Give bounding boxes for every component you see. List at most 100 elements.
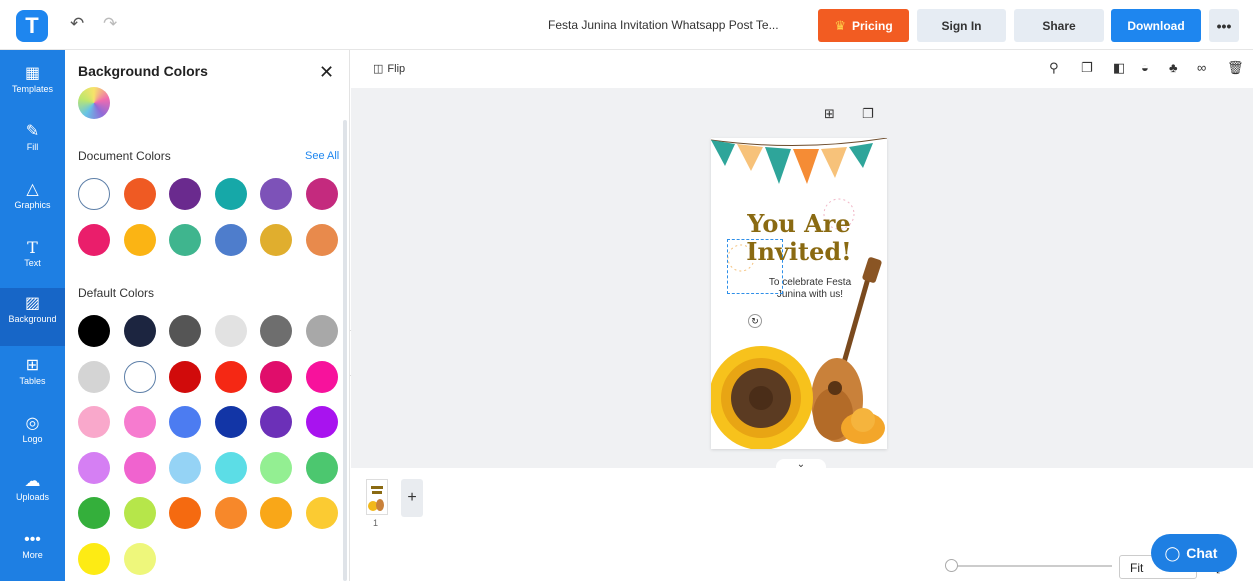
panel-scrollbar[interactable] [343,120,347,581]
more-icon: ••• [24,531,41,548]
pricing-label: Pricing [851,18,893,33]
page-thumbnail[interactable] [366,479,388,515]
color-swatch[interactable] [123,542,156,575]
paint-roller-icon[interactable]: ⚲ [1049,60,1059,76]
rotate-handle-icon[interactable]: ↻ [748,314,762,328]
color-swatch[interactable] [260,360,292,393]
color-swatch[interactable] [214,360,247,393]
duplicate-icon[interactable]: ❐ [1081,60,1093,76]
page-number: 1 [373,518,379,528]
document-colors-label: Document Colors [78,149,171,163]
trash-icon[interactable]: 🗑 [1227,60,1244,76]
color-swatch[interactable] [123,223,156,256]
color-swatch[interactable] [305,406,338,438]
color-swatch[interactable] [214,406,247,438]
close-icon[interactable]: ✕ [319,62,334,83]
background-colors-panel: Background Colors ✕ Document Colors See … [65,50,350,581]
more-options-button[interactable]: ••• [1209,9,1239,42]
color-swatch[interactable] [260,315,292,347]
color-swatch[interactable] [169,451,201,484]
templates-icon: ▦ [24,65,41,82]
color-swatch[interactable] [169,406,201,438]
color-swatch[interactable] [305,360,338,393]
color-swatch[interactable] [260,406,292,438]
share-button[interactable]: Share [1014,9,1104,42]
zoom-slider[interactable] [952,565,1112,567]
copy-page-icon[interactable]: ❐ [862,106,874,122]
opacity-icon[interactable]: ◒ [1141,60,1149,75]
color-swatch[interactable] [123,178,156,210]
document-title[interactable]: Festa Junina Invitation Whatsapp Post Te… [548,18,779,32]
rail-item-logo[interactable]: ◎ Logo [0,408,65,462]
color-swatch[interactable] [305,178,338,210]
undo-icon[interactable]: ↶ [70,14,84,34]
color-swatch[interactable] [214,315,247,347]
rail-item-background[interactable]: ▨ Background [0,288,65,346]
rail-item-more[interactable]: ••• More [0,524,65,578]
crown-icon: ♛ [834,17,846,33]
sign-in-button[interactable]: Sign In [917,9,1006,42]
color-swatch[interactable] [78,315,110,347]
color-swatch[interactable] [123,451,156,484]
color-swatch[interactable] [214,451,247,484]
flip-button[interactable]: ◫ Flip [373,62,409,75]
see-all-link[interactable]: See All [305,150,339,162]
color-swatch[interactable] [260,178,292,210]
color-swatch[interactable] [78,451,110,484]
color-swatch[interactable] [169,315,201,347]
color-swatch[interactable] [260,451,292,484]
color-swatch[interactable] [305,223,338,256]
rail-label: Background [8,314,57,324]
color-swatch[interactable] [260,497,292,529]
color-swatch[interactable] [123,360,156,393]
layer-order-icon[interactable]: ◧ [1113,60,1125,76]
flip-icon: ◫ [373,63,384,75]
shapes-icon: △ [26,181,39,198]
chat-button[interactable]: ◯ Chat [1151,534,1237,572]
color-swatch[interactable] [78,497,110,529]
pages-strip [351,468,1253,581]
color-swatch[interactable] [305,451,338,484]
download-button[interactable]: Download [1111,9,1201,42]
color-swatch[interactable] [169,360,201,393]
add-page-button[interactable]: + [401,479,423,517]
gradient-color-picker[interactable] [78,87,110,119]
zoom-slider-handle[interactable] [945,559,958,572]
rail-item-tables[interactable]: ⊞ Tables [0,350,65,404]
color-swatch[interactable] [78,406,110,438]
color-swatch[interactable] [305,315,338,347]
rail-item-graphics[interactable]: △ Graphics [0,174,65,228]
color-swatch[interactable] [169,223,201,256]
align-icon[interactable]: ♣ [1169,60,1178,75]
color-swatch[interactable] [214,497,247,529]
page-thumbnail-preview [368,486,384,511]
redo-icon[interactable]: ↷ [103,14,117,34]
plus-icon: + [407,489,417,506]
rail-item-fill[interactable]: ✎ Fill [0,116,65,170]
color-swatch[interactable] [78,542,110,575]
add-page-icon[interactable]: ⊞ [824,106,835,122]
app-logo[interactable]: T [16,10,48,42]
rail-item-text[interactable]: T Text [0,232,65,286]
color-swatch[interactable] [305,497,338,529]
color-swatch[interactable] [260,223,292,256]
color-swatch[interactable] [214,223,247,256]
rail-item-uploads[interactable]: ☁ Uploads [0,466,65,520]
color-swatch[interactable] [78,178,110,210]
top-bar: T ↶ ↷ Festa Junina Invitation Whatsapp P… [0,0,1253,50]
rail-label: Text [24,258,41,268]
color-swatch[interactable] [123,315,156,347]
color-swatch[interactable] [214,178,247,210]
color-swatch[interactable] [169,497,201,529]
cloud-upload-icon: ☁ [24,473,41,490]
color-swatch[interactable] [78,223,110,256]
color-swatch[interactable] [123,406,156,438]
pricing-button[interactable]: ♛ Pricing [818,9,909,42]
color-swatch[interactable] [123,497,156,529]
rail-label: Graphics [14,200,51,210]
rail-item-templates[interactable]: ▦ Templates [0,58,65,112]
color-swatch[interactable] [169,178,201,210]
color-swatch[interactable] [78,360,110,393]
link-icon[interactable]: ∞ [1197,60,1206,75]
selection-box[interactable] [727,239,783,294]
